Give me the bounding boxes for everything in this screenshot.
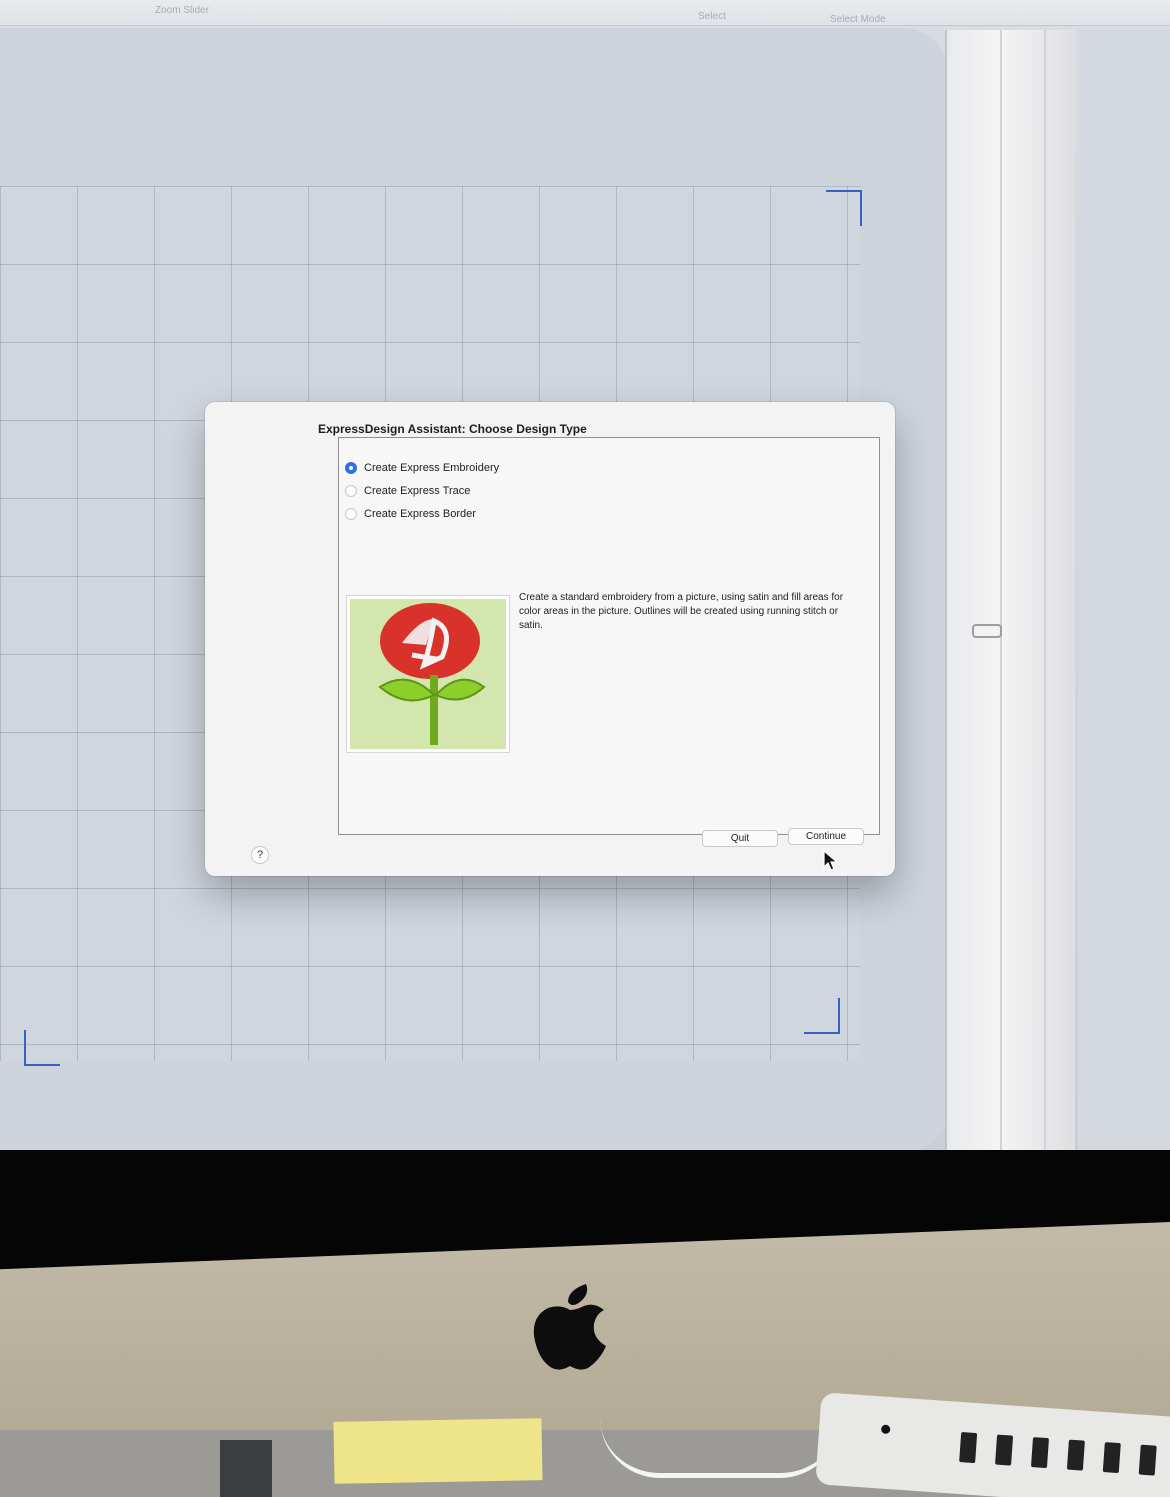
toolbar: Zoom Slider Select Select Mode [0, 0, 1170, 26]
hoop-frame-inner [1000, 30, 1046, 1150]
cable [600, 1418, 840, 1478]
select-mode-label[interactable]: Select Mode [830, 14, 886, 25]
rose-embroidery-preview [350, 599, 506, 749]
option-express-embroidery[interactable]: Create Express Embroidery [345, 462, 499, 474]
apple-logo-icon [533, 1284, 606, 1370]
option-label: Create Express Embroidery [364, 462, 500, 474]
radio-button-selected[interactable] [345, 462, 357, 474]
express-design-dialog: ExpressDesign Assistant: Choose Design T… [205, 402, 895, 876]
mouse-cursor-icon [823, 850, 839, 871]
usb-port [959, 1432, 978, 1464]
screen: Zoom Slider Select Select Mode ExpressDe… [0, 0, 1170, 1195]
option-description: Create a standard embroidery from a pict… [519, 592, 844, 631]
hoop-notch [972, 624, 1002, 638]
usb-port [995, 1434, 1014, 1466]
rose-icon [378, 603, 486, 745]
continue-button[interactable]: Continue [788, 828, 864, 845]
usb-port [1066, 1439, 1085, 1471]
usb-port [1030, 1437, 1050, 1469]
sticky-note [333, 1418, 543, 1484]
design-type-panel: Create Express Embroidery Create Express… [338, 437, 880, 835]
dialog-title: ExpressDesign Assistant: Choose Design T… [318, 422, 587, 436]
hub-led [880, 1424, 891, 1435]
canvas-margin [1078, 30, 1170, 1150]
usb-port [1102, 1442, 1121, 1474]
usb-port [1138, 1444, 1157, 1476]
option-express-trace[interactable]: Create Express Trace [345, 485, 470, 497]
help-icon[interactable]: ? [251, 846, 269, 864]
zoom-slider-label: Zoom Slider [155, 5, 209, 16]
radio-button[interactable] [345, 485, 357, 497]
option-label: Create Express Trace [364, 485, 471, 497]
adapter-box [220, 1440, 272, 1497]
hoop-corner-bottom-left [24, 1030, 60, 1066]
quit-button[interactable]: Quit [702, 830, 778, 847]
hoop-corner-bottom-right [804, 998, 840, 1034]
option-express-border[interactable]: Create Express Border [345, 508, 476, 520]
option-label: Create Express Border [364, 508, 476, 520]
hoop-corner-top-right [826, 190, 862, 226]
radio-button[interactable] [345, 508, 357, 520]
design-preview [346, 595, 510, 753]
select-label[interactable]: Select [698, 11, 726, 22]
